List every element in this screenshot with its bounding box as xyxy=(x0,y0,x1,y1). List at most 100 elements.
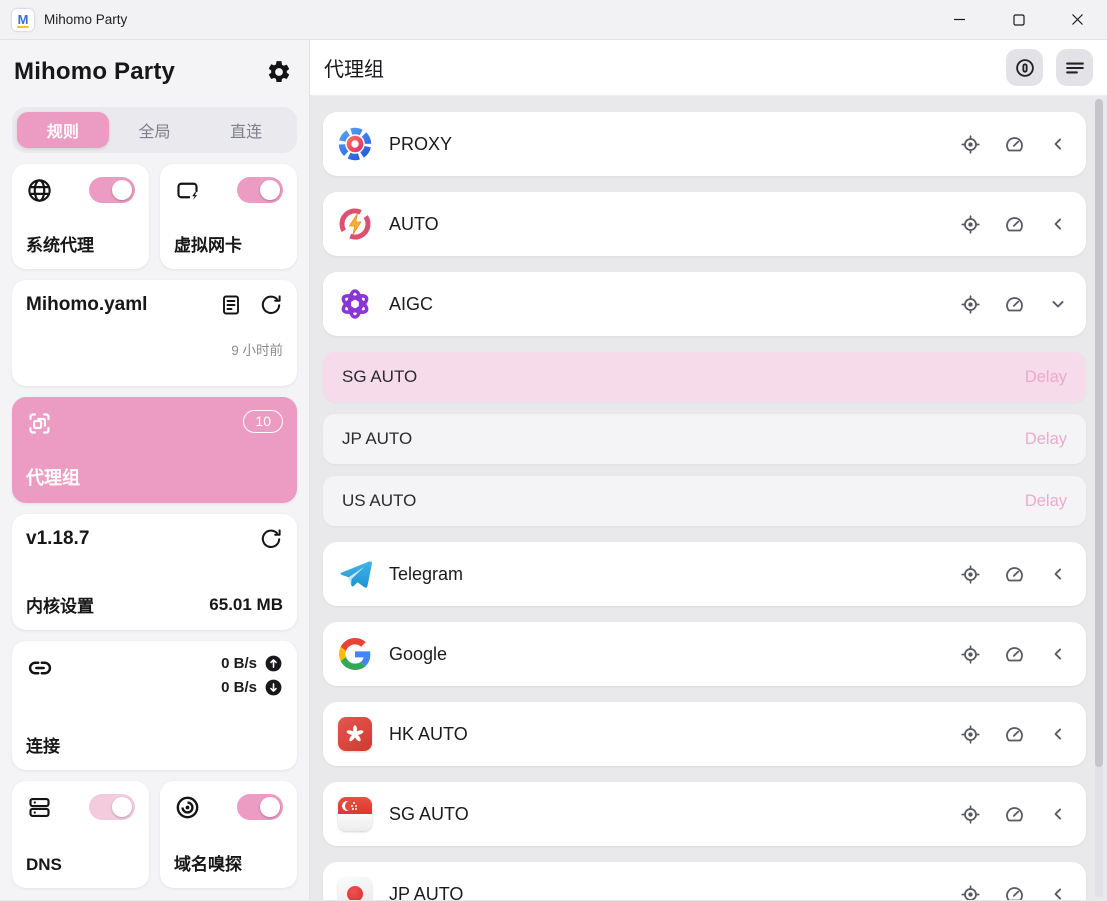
flag-jp-icon xyxy=(337,876,373,900)
sniff-card[interactable]: 域名嗅探 xyxy=(160,781,297,888)
document-icon xyxy=(219,293,243,317)
system-proxy-toggle[interactable] xyxy=(89,177,135,203)
flag-hk-icon xyxy=(337,716,373,752)
locate-node-button[interactable] xyxy=(960,724,981,745)
tun-card[interactable]: 虚拟网卡 xyxy=(160,164,297,269)
sidebar-item-proxy-groups[interactable]: 10 代理组 xyxy=(12,397,297,503)
group-row-google[interactable]: Google xyxy=(323,622,1086,686)
group-row-jp-auto[interactable]: JP AUTO xyxy=(323,862,1086,900)
tab-direct-mode[interactable]: 直连 xyxy=(200,112,292,148)
flag-sg-icon xyxy=(337,796,373,832)
globe-icon xyxy=(26,177,53,204)
tab-global-mode[interactable]: 全局 xyxy=(109,112,201,148)
group-name: Google xyxy=(389,644,447,665)
locate-node-button[interactable] xyxy=(960,644,981,665)
scrollbar-thumb[interactable] xyxy=(1095,99,1103,767)
node-name: US AUTO xyxy=(342,491,416,511)
latency-test-button[interactable] xyxy=(1004,134,1025,155)
group-row-telegram[interactable]: Telegram xyxy=(323,542,1086,606)
upload-speed: 0 B/s xyxy=(221,655,257,672)
locate-node-button[interactable] xyxy=(960,134,981,155)
locate-node-button[interactable] xyxy=(960,884,981,901)
page-title: 代理组 xyxy=(324,53,384,82)
tun-toggle[interactable] xyxy=(237,177,283,203)
connections-label: 连接 xyxy=(26,732,283,757)
latency-test-button[interactable] xyxy=(1004,884,1025,901)
proxy-node-row[interactable]: US AUTO Delay xyxy=(323,476,1086,526)
chevron-left-icon[interactable] xyxy=(1048,804,1068,824)
group-row-proxy[interactable]: PROXY xyxy=(323,112,1086,176)
system-proxy-card[interactable]: 系统代理 xyxy=(12,164,149,269)
profile-updated-time: 9 小时前 xyxy=(26,339,283,359)
latency-test-button[interactable] xyxy=(1004,804,1025,825)
delay-button[interactable]: Delay xyxy=(1025,368,1067,387)
maximize-button[interactable] xyxy=(989,0,1048,39)
sniff-radar-icon xyxy=(174,794,201,821)
app-logo-icon: M xyxy=(12,9,34,31)
proxy-groups-page: 代理组 PROXY xyxy=(310,40,1107,900)
tab-rule-mode[interactable]: 规则 xyxy=(17,112,109,148)
locate-node-button[interactable] xyxy=(960,294,981,315)
bolt-ring-icon xyxy=(337,206,373,242)
chevron-down-icon[interactable] xyxy=(1048,294,1068,314)
chevron-left-icon[interactable] xyxy=(1048,214,1068,234)
locate-node-button[interactable] xyxy=(960,564,981,585)
delay-button[interactable]: Delay xyxy=(1025,492,1067,511)
proxy-node-row[interactable]: JP AUTO Delay xyxy=(323,414,1086,464)
core-memory: 65.01 MB xyxy=(209,595,283,615)
download-speed: 0 B/s xyxy=(221,679,257,696)
latency-test-button[interactable] xyxy=(1004,724,1025,745)
locate-node-button[interactable] xyxy=(960,804,981,825)
dns-toggle[interactable] xyxy=(89,794,135,820)
window-title: Mihomo Party xyxy=(44,12,127,27)
chevron-left-icon[interactable] xyxy=(1048,564,1068,584)
proxy-groups-label: 代理组 xyxy=(26,464,283,490)
core-restart-button[interactable] xyxy=(259,527,283,551)
node-name: JP AUTO xyxy=(342,429,412,449)
locate-node-button[interactable] xyxy=(960,214,981,235)
group-name: HK AUTO xyxy=(389,724,468,745)
download-arrow-icon xyxy=(264,678,283,697)
chevron-left-icon[interactable] xyxy=(1048,644,1068,664)
system-proxy-label: 系统代理 xyxy=(26,231,135,256)
group-row-hk-auto[interactable]: HK AUTO xyxy=(323,702,1086,766)
chevron-left-icon[interactable] xyxy=(1048,134,1068,154)
layout-toggle-button[interactable] xyxy=(1056,49,1093,86)
profile-refresh-button[interactable] xyxy=(259,293,283,317)
profile-name: Mihomo.yaml xyxy=(26,294,147,316)
refresh-icon xyxy=(259,293,283,317)
profile-edit-button[interactable] xyxy=(219,293,243,317)
latency-test-button[interactable] xyxy=(1004,564,1025,585)
chevron-left-icon[interactable] xyxy=(1048,724,1068,744)
delay-button[interactable]: Delay xyxy=(1025,430,1067,449)
sniff-label: 域名嗅探 xyxy=(174,850,283,875)
delay-sort-button[interactable] xyxy=(1006,49,1043,86)
dns-label: DNS xyxy=(26,855,135,875)
core-card[interactable]: v1.18.7 内核设置 65.01 MB xyxy=(12,514,297,631)
latency-test-button[interactable] xyxy=(1004,294,1025,315)
sniff-toggle[interactable] xyxy=(237,794,283,820)
google-icon xyxy=(337,636,373,672)
group-name: PROXY xyxy=(389,134,452,155)
settings-button[interactable] xyxy=(263,56,295,88)
group-row-sg-auto[interactable]: SG AUTO xyxy=(323,782,1086,846)
dns-card[interactable]: DNS xyxy=(12,781,149,888)
telegram-icon xyxy=(337,556,373,592)
close-button[interactable] xyxy=(1048,0,1107,39)
group-row-auto[interactable]: AUTO xyxy=(323,192,1086,256)
latency-test-button[interactable] xyxy=(1004,644,1025,665)
group-row-aigc[interactable]: AIGC xyxy=(323,272,1086,336)
proxy-groups-count-badge: 10 xyxy=(243,410,283,433)
profile-card[interactable]: Mihomo.yaml 9 小时前 xyxy=(12,280,297,386)
minimize-icon xyxy=(953,13,966,26)
latency-test-button[interactable] xyxy=(1004,214,1025,235)
chevron-left-icon[interactable] xyxy=(1048,884,1068,900)
proxy-node-row[interactable]: SG AUTO Delay xyxy=(323,352,1086,402)
sidebar-item-connections[interactable]: 0 B/s 0 B/s 连接 xyxy=(12,641,297,770)
list-scrollbar[interactable] xyxy=(1095,99,1103,897)
core-version: v1.18.7 xyxy=(26,528,89,550)
maximize-icon xyxy=(1013,14,1025,26)
minimize-button[interactable] xyxy=(930,0,989,39)
close-icon xyxy=(1071,13,1084,26)
refresh-icon xyxy=(259,527,283,551)
